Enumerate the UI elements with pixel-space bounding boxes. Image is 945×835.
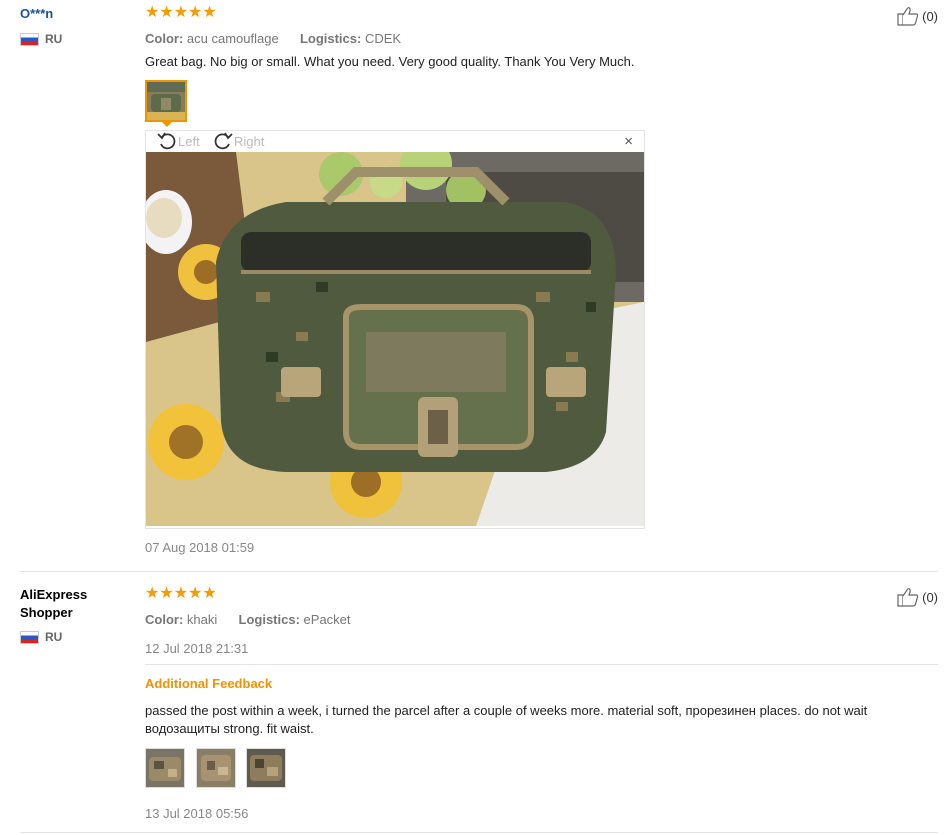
reviewer-country: RU [20, 630, 130, 644]
star-rating: ★★★★★ [145, 585, 217, 602]
helpful-count: (0) [922, 589, 938, 605]
rotate-right-icon [214, 132, 233, 150]
reviewer-name-line1: AliExpress [20, 587, 88, 602]
additional-feedback-divider [145, 664, 938, 665]
review-item: O***n RU ★★★★★ Color: acu camouflage Log… [0, 0, 945, 572]
close-viewer-button[interactable]: × [624, 134, 633, 150]
thumbnail-pointer [161, 121, 173, 127]
bag-photo-thumb [147, 82, 185, 120]
order-attributes: Color: khaki Logistics: ePacket [145, 612, 940, 627]
photo-viewer: Left Right × [145, 130, 645, 529]
additional-feedback: Additional Feedback passed the post with… [145, 676, 935, 821]
review-photo-large [146, 152, 644, 526]
color-value: acu camouflage [186, 31, 279, 46]
review-item: AliExpress Shopper RU ★★★★★ Color: khaki… [0, 572, 945, 835]
country-code: RU [45, 630, 63, 644]
rotate-left-label: Left [178, 133, 200, 149]
reviewer-name-line2: Shopper [20, 605, 73, 620]
additional-photos [145, 748, 935, 790]
photo-thumb-2 [196, 749, 235, 787]
rotate-left-icon [157, 132, 176, 150]
color-label: Color: [145, 31, 184, 46]
viewer-toolbar: Left Right × [146, 131, 644, 152]
additional-feedback-text: passed the post within a week, i turned … [145, 703, 868, 736]
review-date: 12 Jul 2018 21:31 [145, 641, 249, 656]
logistics-value: CDEK [364, 31, 402, 46]
reviewer-country: RU [20, 32, 130, 46]
helpful-button[interactable]: (0) [897, 587, 938, 607]
russia-flag-icon [20, 32, 39, 46]
russia-flag-icon [20, 630, 39, 644]
additional-feedback-date: 13 Jul 2018 05:56 [145, 806, 249, 821]
reviewer-info: AliExpress Shopper RU [20, 586, 130, 644]
review-content: ★★★★★ Color: acu camouflage Logistics: C… [145, 5, 940, 71]
helpful-count: (0) [922, 8, 938, 24]
additional-feedback-title: Additional Feedback [145, 676, 273, 691]
review-content: ★★★★★ Color: khaki Logistics: ePacket 12… [145, 585, 940, 657]
logistics-label: Logistics: [238, 612, 300, 627]
feedback-photo-thumbnail[interactable] [195, 748, 236, 788]
rotate-right-label: Right [234, 133, 265, 149]
review-divider [20, 832, 938, 833]
reviewer-name: AliExpress Shopper [20, 586, 130, 622]
review-date: 07 Aug 2018 01:59 [145, 540, 255, 555]
thumbs-up-icon [897, 588, 919, 607]
logistics-value: ePacket [303, 612, 351, 627]
review-photo-thumbnail[interactable] [145, 80, 187, 122]
reviewer-info: O***n RU [20, 5, 130, 46]
review-text: Great bag. No big or small. What you nee… [145, 54, 635, 69]
feedback-photo-thumbnail[interactable] [145, 748, 185, 788]
helpful-button[interactable]: (0) [897, 6, 938, 26]
order-attributes: Color: acu camouflage Logistics: CDEK [145, 31, 940, 46]
country-code: RU [45, 32, 63, 46]
reviewer-name[interactable]: O***n [20, 5, 130, 23]
star-rating: ★★★★★ [145, 4, 217, 21]
photo-thumb-1 [146, 749, 184, 787]
logistics-label: Logistics: [299, 31, 362, 46]
color-label: Color: [145, 612, 184, 627]
thumbs-up-icon [897, 7, 919, 26]
color-value: khaki [186, 612, 218, 627]
rotate-right-button[interactable]: Right [212, 131, 264, 151]
rotate-left-button[interactable]: Left [156, 131, 200, 151]
photo-thumb-3 [247, 749, 286, 787]
feedback-photo-thumbnail[interactable] [246, 748, 287, 788]
